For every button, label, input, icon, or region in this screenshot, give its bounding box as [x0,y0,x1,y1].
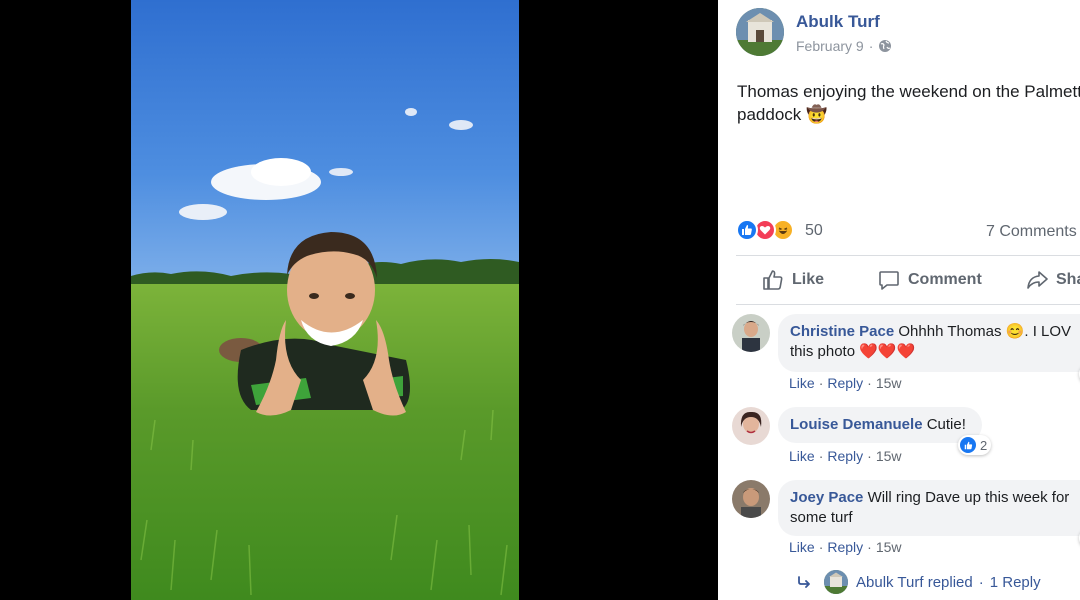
post-text: Thomas enjoying the weekend on the Palme… [737,80,1080,126]
comment-reply-link[interactable]: Reply [827,539,863,555]
post-actions: Like Comment Sha [736,262,1080,298]
reply-count: 1 Reply [989,573,1041,591]
share-button[interactable]: Sha [1026,262,1080,298]
comment-reply-link[interactable]: Reply [827,375,863,391]
comment-like-link[interactable]: Like [789,539,815,555]
comment-author[interactable]: Joey Pace [790,489,863,506]
replied-separator: · [978,573,984,591]
comment-actions: Like · Reply · 15w [789,448,902,464]
divider [736,255,1080,256]
comment-text: Will ring Dave up this week for [867,489,1070,506]
comment-like-link[interactable]: Like [789,448,815,464]
like-button[interactable]: Like [762,262,824,298]
globe-icon [878,39,892,53]
commenter-avatar[interactable] [732,480,770,518]
like-reaction-icon [736,219,758,241]
post-text-line: paddock 🤠 [737,105,828,124]
comment-item: Joey Pace Will ring Dave up this week fo… [732,480,1080,560]
comment-like-count: 2 [980,437,988,453]
comments-shares-count[interactable]: 7 Comments 2 S [986,223,1080,241]
photo-viewer [0,0,718,600]
comment-item: Christine Pace Ohhhh Thomas 😊. I LOV thi… [732,314,1080,394]
comment-button[interactable]: Comment [878,262,982,298]
comment-reply-link[interactable]: Reply [827,448,863,464]
comment-actions: Like · Reply · 15w [789,375,902,391]
comment-like-link[interactable]: Like [789,375,815,391]
comment-bubble: Joey Pace Will ring Dave up this week fo… [778,480,1080,536]
reaction-count[interactable]: 50 [805,222,823,240]
comment-time[interactable]: 15w [876,448,902,464]
like-reaction-icon [960,437,976,453]
share-icon [1027,271,1048,289]
post-meta: February 9 · [796,38,892,54]
view-replies[interactable]: Abulk Turf replied · 1 Reply [798,570,1041,594]
comment-author[interactable]: Louise Demanuele [790,416,923,433]
comment-text: Cutie! [926,416,966,433]
comment-bubble: Louise Demanuele Cutie! [778,407,982,443]
comment-item: Louise Demanuele Cutie! 2 Like · Reply · 15w [732,407,1080,467]
replied-text: Abulk Turf replied [856,573,973,591]
reply-arrow-icon [798,576,810,588]
comment-icon [879,271,899,290]
divider [736,304,1080,305]
comment-button-label: Comment [908,271,982,288]
reaction-icons[interactable] [736,219,794,241]
comment-author[interactable]: Christine Pace [790,323,894,340]
meta-separator: · [868,38,874,54]
comment-text: this photo ❤️❤️❤️ [790,343,916,360]
post-photo[interactable] [131,0,519,600]
like-button-label: Like [792,271,825,288]
post-header: Abulk Turf February 9 · [736,8,1080,60]
post-date[interactable]: February 9 [796,38,864,54]
commenter-avatar[interactable] [732,314,770,352]
post-panel: Abulk Turf February 9 · Thomas enjoying … [718,0,1080,600]
comment-actions: Like · Reply · 15w [789,539,902,555]
page-avatar[interactable] [736,8,784,56]
share-button-label: Sha [1056,271,1080,288]
reactions-summary: 50 7 Comments 2 S [736,217,1080,245]
commenter-avatar[interactable] [732,407,770,445]
photo-image [131,0,519,600]
comment-text: Ohhhh Thomas 😊. I LOV [898,323,1072,340]
comment-time[interactable]: 15w [876,539,902,555]
comment-reaction-badge[interactable]: 2 [958,435,992,455]
comment-text: some turf [790,509,853,526]
page-name[interactable]: Abulk Turf [796,12,880,32]
post-text-line: Thomas enjoying the weekend on the Palme… [737,82,1080,101]
thumbs-up-icon [763,270,783,290]
comment-bubble: Christine Pace Ohhhh Thomas 😊. I LOV thi… [778,314,1080,372]
page-avatar [824,570,848,594]
comment-time[interactable]: 15w [876,375,902,391]
